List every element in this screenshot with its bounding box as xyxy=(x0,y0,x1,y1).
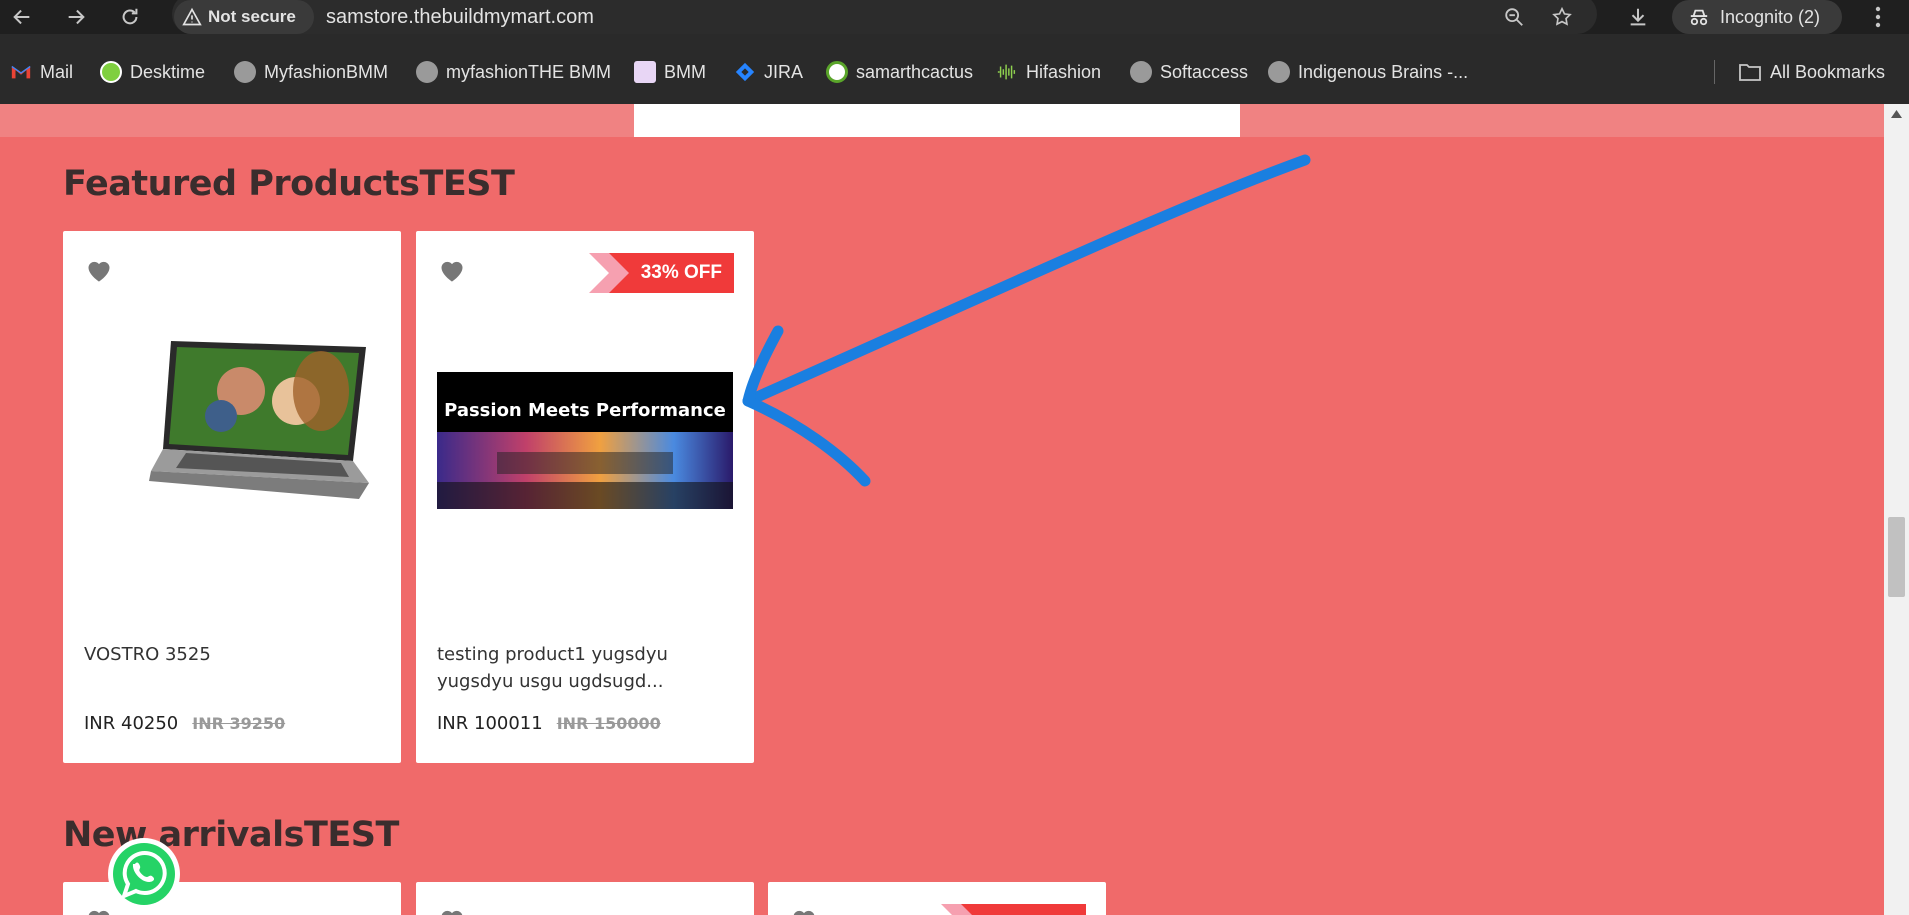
old-price: INR 39250 xyxy=(192,714,286,733)
product-name[interactable]: testing product1 yugsdyu yugsdyu usgu ug… xyxy=(437,641,737,695)
current-price: INR 40250 xyxy=(84,713,179,734)
url-text[interactable]: samstore.thebuildmymart.com xyxy=(326,0,594,34)
bookmark-label: samarthcactus xyxy=(856,61,974,82)
product-banner-image[interactable]: Passion Meets Performance xyxy=(437,372,733,509)
bookmark-myfashionbmm[interactable]: MyfashionBMM xyxy=(234,56,388,88)
bmm-icon xyxy=(634,61,656,83)
all-bookmarks-button[interactable]: All Bookmarks xyxy=(1738,56,1885,88)
scroll-up-arrow-icon[interactable] xyxy=(1891,110,1902,118)
reload-icon[interactable] xyxy=(116,3,144,31)
bookmark-label: Indigenous Brains -... xyxy=(1298,61,1469,82)
bookmark-indigenous-brains[interactable]: Indigenous Brains -... xyxy=(1268,56,1468,88)
product-card[interactable]: 33% OFF Passion Meets Performance testin… xyxy=(416,231,754,763)
scrollbar-thumb[interactable] xyxy=(1888,517,1905,597)
product-price: INR 100011 INR 150000 xyxy=(437,713,661,734)
bookmarks-divider xyxy=(1714,60,1715,84)
desktime-icon xyxy=(100,61,122,83)
laptop-product-image[interactable] xyxy=(91,331,373,511)
bookmark-star-icon[interactable] xyxy=(1548,3,1576,31)
bookmark-mail[interactable]: Mail xyxy=(10,56,73,88)
folder-icon xyxy=(1739,64,1761,81)
wishlist-heart-icon[interactable] xyxy=(438,906,466,915)
zoom-icon[interactable] xyxy=(1500,3,1528,31)
globe-icon xyxy=(1130,61,1152,83)
bookmark-label: myfashionTHE BMM xyxy=(446,61,612,82)
featured-section-title: Featured ProductsTEST xyxy=(63,164,515,204)
bookmark-jira[interactable]: JIRA xyxy=(734,56,803,88)
globe-icon xyxy=(234,61,256,83)
bookmark-softaccess[interactable]: Softaccess xyxy=(1130,56,1248,88)
globe-icon xyxy=(416,61,438,83)
old-price: INR 150000 xyxy=(556,714,661,733)
page-content: Featured ProductsTEST VOSTRO 3525 INR 40… xyxy=(0,104,1884,915)
bookmark-myfashionthebmm[interactable]: myfashionTHE BMM xyxy=(416,56,611,88)
whatsapp-icon[interactable] xyxy=(106,836,182,912)
discount-badge-label: 33% OFF xyxy=(640,262,722,283)
bookmark-label: BMM xyxy=(664,61,706,82)
wishlist-heart-icon[interactable] xyxy=(790,906,818,915)
incognito-indicator[interactable]: Incognito (2) xyxy=(1688,0,1820,34)
menu-kebab-icon[interactable] xyxy=(1864,3,1892,31)
samarth-icon xyxy=(826,61,848,83)
top-white-box xyxy=(634,104,1240,137)
product-card[interactable] xyxy=(768,882,1106,915)
product-card[interactable] xyxy=(416,882,754,915)
bookmark-label: Hifashion xyxy=(1026,61,1102,82)
not-secure-label: Not secure xyxy=(208,7,296,26)
jira-icon xyxy=(735,62,755,82)
product-price: INR 40250 INR 39250 xyxy=(84,713,285,734)
bookmark-bmm[interactable]: BMM xyxy=(634,56,706,88)
bookmark-label: Mail xyxy=(40,61,74,82)
wishlist-heart-icon[interactable] xyxy=(85,257,113,283)
back-icon[interactable] xyxy=(8,3,36,31)
all-bookmarks-label: All Bookmarks xyxy=(1770,61,1886,82)
bookmark-label: JIRA xyxy=(764,61,804,82)
bookmark-samarthcactus[interactable]: samarthcactus xyxy=(826,56,973,88)
vertical-scrollbar[interactable] xyxy=(1884,104,1909,915)
gmail-icon xyxy=(11,65,31,79)
bookmark-label: MyfashionBMM xyxy=(264,61,389,82)
globe-icon xyxy=(1268,61,1290,83)
forward-icon[interactable] xyxy=(62,3,90,31)
not-secure-indicator[interactable]: Not secure xyxy=(182,0,296,34)
bookmark-desktime[interactable]: Desktime xyxy=(100,56,205,88)
banner-text: Passion Meets Performance xyxy=(444,400,726,421)
download-icon[interactable] xyxy=(1624,3,1652,31)
warning-icon xyxy=(182,7,202,26)
bookmark-hifashion[interactable]: Hifashion xyxy=(996,56,1101,88)
bookmark-label: Desktime xyxy=(130,61,206,82)
bookmark-label: Softaccess xyxy=(1160,61,1249,82)
current-price: INR 100011 xyxy=(437,713,543,734)
browser-toolbar: Not secure samstore.thebuildmymart.com I… xyxy=(0,0,1909,34)
product-name[interactable]: VOSTRO 3525 xyxy=(84,641,211,668)
product-card[interactable]: VOSTRO 3525 INR 40250 INR 39250 xyxy=(63,231,401,763)
annotation-arrow xyxy=(742,154,1311,487)
discount-badge xyxy=(941,904,1086,915)
hifashion-icon xyxy=(997,64,1016,80)
incognito-icon xyxy=(1690,9,1708,26)
wishlist-heart-icon[interactable] xyxy=(438,257,466,283)
incognito-label: Incognito (2) xyxy=(1720,6,1821,27)
